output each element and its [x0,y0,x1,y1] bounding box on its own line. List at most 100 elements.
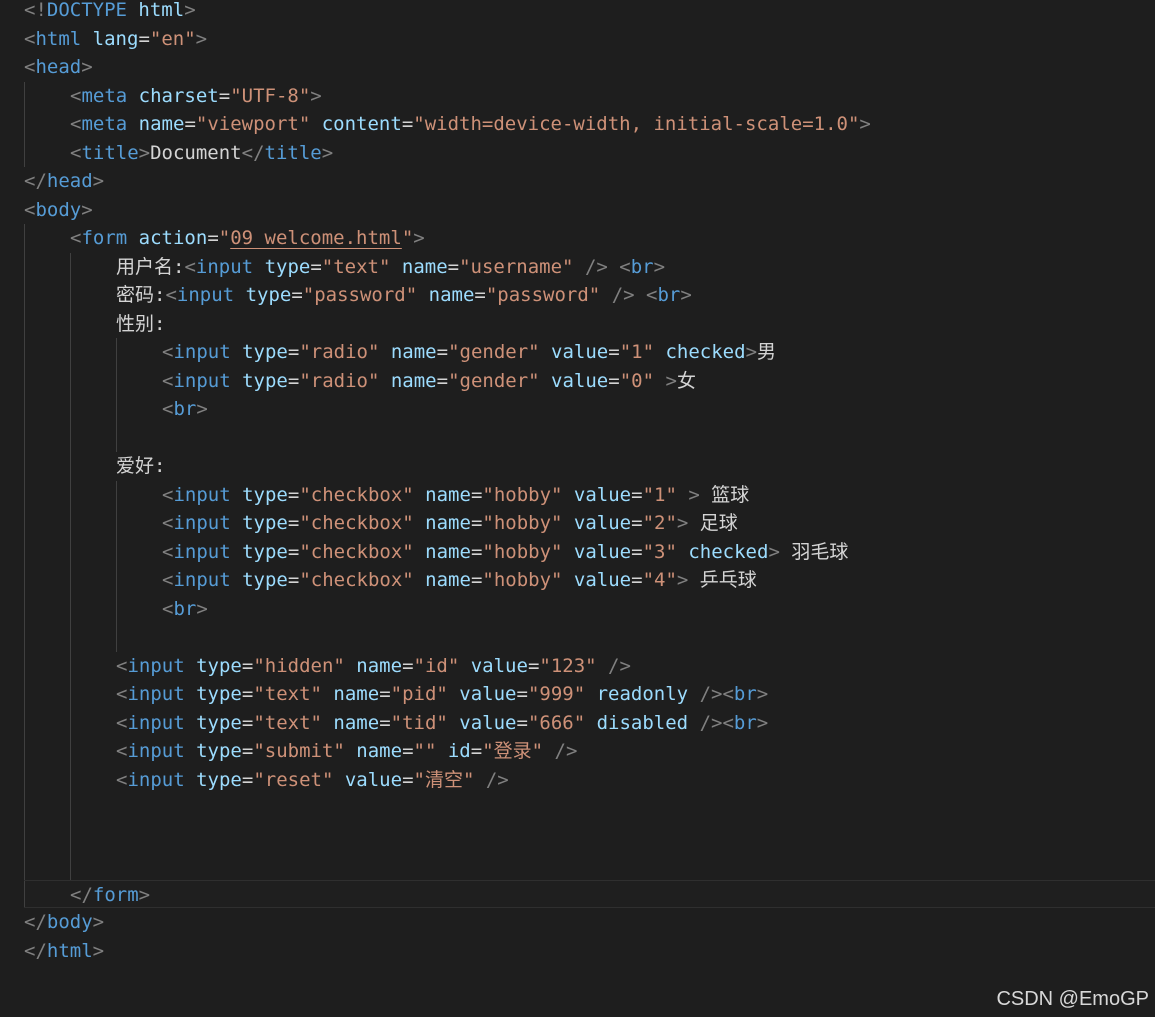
code-token: input [173,569,231,591]
code-token: "2" [642,512,677,534]
code-line[interactable]: <input type="radio" name="gender" value=… [24,366,1155,395]
code-line[interactable]: </head> [24,167,1155,196]
code-token: > [756,683,769,705]
code-line-content: <input type="radio" name="gender" value=… [162,341,776,363]
code-area[interactable]: <!DOCTYPE html> <html lang="en"> <head> <me… [24,0,1155,965]
indent-guide [24,281,25,310]
code-line[interactable]: <title>Document</title> [24,138,1155,167]
code-line[interactable] [24,822,1155,851]
indent-guide [24,480,25,509]
indent-guide [24,252,25,281]
code-line[interactable]: <!DOCTYPE html> [24,0,1155,25]
code-token: </ [70,883,93,906]
code-line[interactable]: <input type="checkbox" name="hobby" valu… [24,537,1155,566]
indent-guide [70,765,71,794]
code-line-content: <input type="checkbox" name="hobby" valu… [162,512,738,534]
code-line[interactable]: <input type="text" name="tid" value="666… [24,708,1155,737]
code-token: < [184,255,196,278]
code-line[interactable]: <input type="submit" name="" id="登录" /> [24,737,1155,766]
code-line[interactable] [24,623,1155,652]
code-line[interactable]: <input type="reset" value="清空" /> [24,765,1155,794]
code-line[interactable]: <input type="radio" name="gender" value=… [24,338,1155,367]
code-token: "hobby" [482,540,563,563]
indent-guide [116,395,117,424]
code-token: "hobby" [482,483,563,506]
code-token: = [516,683,528,705]
code-token: type [196,711,242,734]
code-line[interactable]: <head> [24,53,1155,82]
indent-guide [24,509,25,538]
code-token: name [390,341,437,363]
indent-guide [116,338,117,367]
code-token: 男 [757,341,777,363]
code-token: form [92,883,139,906]
code-token: = [447,255,460,278]
code-line[interactable]: <br> [24,594,1155,623]
code-line[interactable]: </body> [24,908,1155,937]
indent-guide [116,480,117,509]
code-line[interactable]: </form> [24,879,1155,908]
code-editor[interactable]: <!DOCTYPE html> <html lang="en"> <head> <me… [0,0,1155,1017]
code-token: br [733,711,757,734]
code-line[interactable]: <br> [24,395,1155,424]
code-token: 女 [676,369,696,392]
indent-guide [24,338,25,367]
code-line[interactable]: 爱好: [24,452,1155,481]
code-line[interactable]: <input type="checkbox" name="hobby" valu… [24,566,1155,595]
code-line[interactable] [24,423,1155,452]
code-line[interactable]: 用户名:<input type="text" name="username" /… [24,252,1155,281]
code-token: "text" [321,255,391,278]
code-token: input [173,512,231,534]
code-line-content: <form action="09 welcome.html"> [70,227,425,249]
code-line-content: <html lang="en"> [24,28,207,50]
indent-guide [70,480,71,509]
code-token: 09 welcome.html [230,227,402,249]
code-token: > [196,398,208,420]
code-line[interactable]: <input type="text" name="pid" value="999… [24,680,1155,709]
code-token: value [551,341,609,363]
code-line[interactable]: 性别: [24,309,1155,338]
code-token: "hobby" [482,569,563,591]
code-line[interactable]: <html lang="en"> [24,25,1155,54]
code-line[interactable]: <input type="checkbox" name="hobby" valu… [24,509,1155,538]
indent-guide [70,623,71,652]
code-token: "reset" [253,768,334,791]
indent-guide [70,423,71,452]
code-line[interactable]: <form action="09 welcome.html"> [24,224,1155,253]
code-token: type [196,683,242,705]
indent-guide [70,509,71,538]
code-token: < [162,569,174,591]
code-line[interactable]: <input type="hidden" name="id" value="12… [24,651,1155,680]
code-line[interactable]: </html> [24,937,1155,966]
code-token: name [138,113,185,135]
code-line[interactable]: <body> [24,196,1155,225]
code-token: < [24,56,36,78]
code-token: input [173,540,231,563]
indent-guide [116,623,117,652]
code-token: = [470,483,483,506]
code-line[interactable]: <meta charset="UTF-8"> [24,81,1155,110]
code-line[interactable]: <meta name="viewport" content="width=dev… [24,110,1155,139]
code-token: 篮球 [699,483,750,506]
code-line[interactable]: 密码:<input type="password" name="password… [24,281,1155,310]
code-line-content: </body> [24,911,104,933]
code-line[interactable]: <input type="checkbox" name="hobby" valu… [24,480,1155,509]
code-token: > [138,141,151,164]
code-line[interactable] [24,851,1155,880]
code-token: > [138,883,151,906]
indent-guide [70,680,71,709]
code-token: value [573,512,632,534]
indent-guide [24,81,25,110]
code-line[interactable] [24,794,1155,823]
